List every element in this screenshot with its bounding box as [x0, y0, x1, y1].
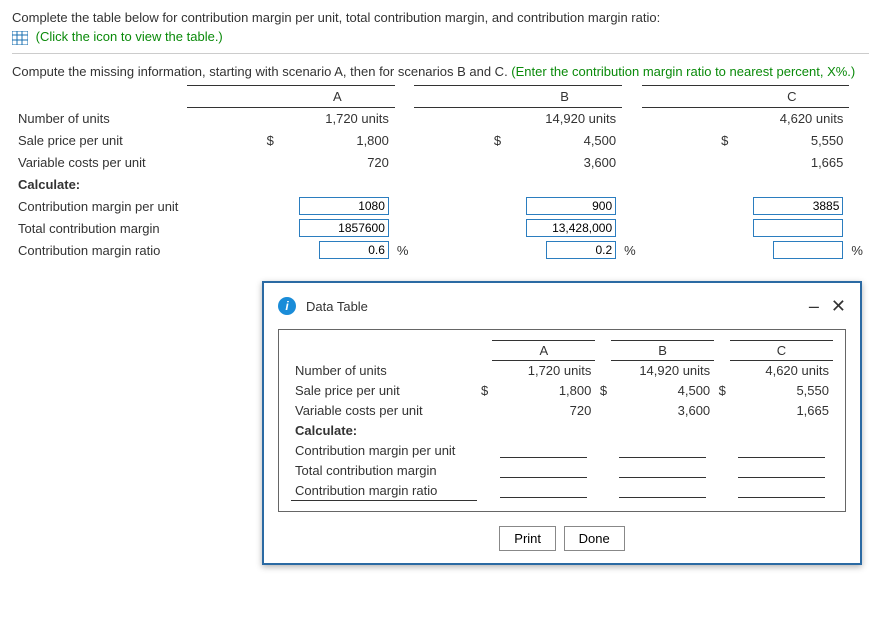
row-calculate-label: Calculate:: [12, 173, 187, 195]
instruction-line-2: Compute the missing information, startin…: [12, 64, 869, 79]
row-cmratio-label: Contribution margin ratio: [12, 239, 187, 261]
a-units: 1,720: [325, 111, 358, 126]
p-b-units: 14,920: [639, 363, 679, 378]
p-a-units: 1,720: [528, 363, 561, 378]
col-header-b: B: [507, 85, 622, 107]
a-price: 1,800: [280, 129, 395, 151]
c-units: 4,620: [780, 111, 813, 126]
col-header-a: A: [280, 85, 395, 107]
currency: $: [642, 129, 735, 151]
blank-line: [500, 444, 587, 458]
popup-table-box: A B C Number of units 1,720 units 14,920…: [278, 329, 846, 512]
b-price: 4,500: [507, 129, 622, 151]
p-c-units: 4,620: [765, 363, 798, 378]
main-table: A B C Number of units 1,720 units 14,920…: [12, 85, 869, 262]
p-row-varc: Variable costs per unit: [291, 401, 477, 421]
b-cm-unit-input[interactable]: [526, 197, 616, 215]
b-total-cm-input[interactable]: [526, 219, 616, 237]
c-varc: 1,665: [734, 151, 849, 173]
p-row-units: Number of units: [291, 361, 477, 381]
currency: $: [187, 129, 280, 151]
p-b-varc: 3,600: [611, 401, 714, 421]
p-row-totalcm: Total contribution margin: [291, 461, 477, 481]
row-price-label: Sale price per unit: [12, 129, 187, 151]
instruction-hint: (Enter the contribution margin ratio to …: [511, 64, 855, 79]
row-totalcm-label: Total contribution margin: [12, 217, 187, 239]
b-cm-ratio-input[interactable]: [546, 241, 616, 259]
table-icon[interactable]: [12, 31, 28, 45]
instruction-line-1: Complete the table below for contributio…: [12, 10, 869, 25]
blank-line: [619, 484, 706, 498]
units-suffix: units: [361, 111, 388, 126]
print-button[interactable]: Print: [499, 526, 556, 551]
blank-line: [500, 484, 587, 498]
a-varc: 720: [280, 151, 395, 173]
info-icon: i: [278, 297, 296, 315]
units-suffix: units: [802, 363, 829, 378]
c-cm-unit-input[interactable]: [753, 197, 843, 215]
done-button[interactable]: Done: [564, 526, 625, 551]
a-cm-unit-input[interactable]: [299, 197, 389, 215]
units-suffix: units: [683, 363, 710, 378]
pct-suffix: %: [622, 239, 642, 261]
a-total-cm-input[interactable]: [299, 219, 389, 237]
p-b-price: 4,500: [611, 381, 714, 401]
currency: $: [477, 381, 493, 401]
blank-line: [738, 484, 825, 498]
col-header-c: C: [734, 85, 849, 107]
pct-suffix: %: [849, 239, 869, 261]
blank-line: [500, 464, 587, 478]
currency: $: [414, 129, 507, 151]
b-varc: 3,600: [507, 151, 622, 173]
pct-suffix: %: [395, 239, 415, 261]
p-a-varc: 720: [492, 401, 595, 421]
c-cm-ratio-input[interactable]: [773, 241, 843, 259]
row-units-label: Number of units: [12, 107, 187, 129]
p-row-cmratio: Contribution margin ratio: [291, 481, 477, 501]
minimize-icon[interactable]: –: [809, 299, 819, 313]
p-c-varc: 1,665: [730, 401, 833, 421]
c-total-cm-input[interactable]: [753, 219, 843, 237]
blank-line: [738, 464, 825, 478]
a-cm-ratio-input[interactable]: [319, 241, 389, 259]
p-col-c: C: [730, 341, 833, 361]
popup-table: A B C Number of units 1,720 units 14,920…: [291, 340, 833, 501]
p-row-cmunit: Contribution margin per unit: [291, 441, 477, 461]
units-suffix: units: [816, 111, 843, 126]
blank-line: [738, 444, 825, 458]
p-a-price: 1,800: [492, 381, 595, 401]
popup-title: Data Table: [306, 299, 368, 314]
p-c-price: 5,550: [730, 381, 833, 401]
row-cmunit-label: Contribution margin per unit: [12, 195, 187, 217]
p-col-b: B: [611, 341, 714, 361]
currency: $: [595, 381, 611, 401]
units-suffix: units: [564, 363, 591, 378]
view-table-link[interactable]: (Click the icon to view the table.): [36, 29, 223, 44]
close-icon[interactable]: ✕: [831, 299, 846, 313]
p-row-price: Sale price per unit: [291, 381, 477, 401]
data-table-popup: i Data Table – ✕ A B C Number of units 1…: [262, 281, 862, 565]
p-row-calc: Calculate:: [291, 421, 477, 441]
units-suffix: units: [589, 111, 616, 126]
blank-line: [619, 464, 706, 478]
instruction-text: Compute the missing information, startin…: [12, 64, 511, 79]
p-col-a: A: [492, 341, 595, 361]
row-varcost-label: Variable costs per unit: [12, 151, 187, 173]
currency: $: [714, 381, 730, 401]
c-price: 5,550: [734, 129, 849, 151]
b-units: 14,920: [545, 111, 585, 126]
blank-line: [619, 444, 706, 458]
separator: [12, 53, 869, 54]
